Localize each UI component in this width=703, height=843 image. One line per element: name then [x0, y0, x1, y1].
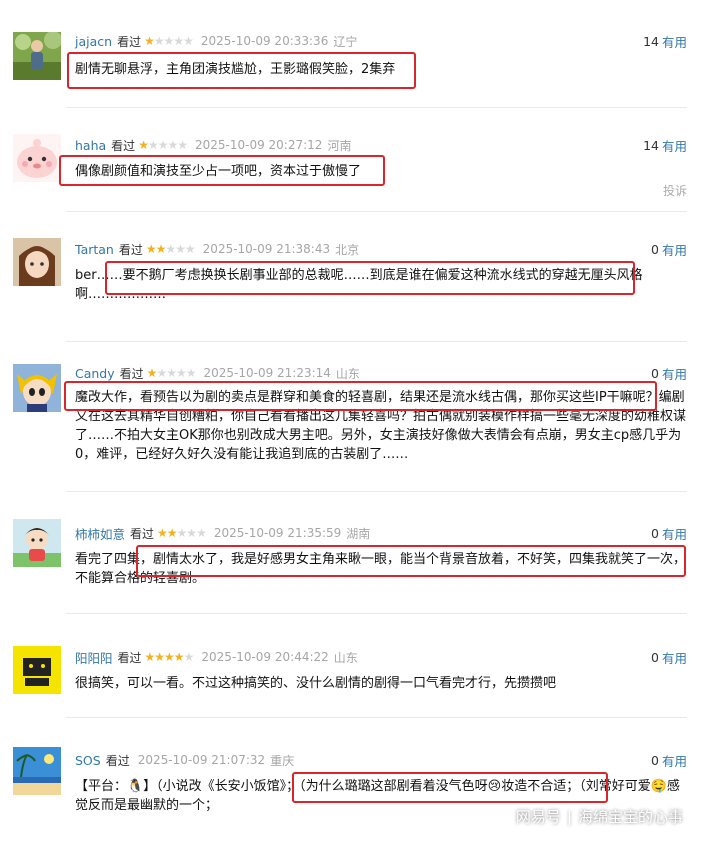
useful-vote[interactable]: 14 有用 — [643, 136, 687, 154]
useful-count: 0 — [651, 241, 659, 257]
avatar[interactable] — [13, 519, 61, 567]
star-rating: ★★★★★ — [145, 242, 196, 256]
watermark-author: 海绵宝宝的心事 — [577, 808, 683, 826]
avatar[interactable] — [13, 747, 61, 795]
useful-vote[interactable]: 14 有用 — [643, 32, 687, 50]
watched-label: 看过 — [117, 34, 142, 49]
star-rating: ★★★★★ — [157, 526, 207, 540]
review-item: jajacn 看过 ★★★★★ 2025-10-09 20:33:36 辽宁 1… — [0, 0, 703, 108]
useful-link[interactable]: 有用 — [662, 240, 687, 259]
useful-vote[interactable]: 0 有用 — [651, 648, 687, 666]
review-item: 阳阳阳 看过 ★★★★★ 2025-10-09 20:44:22 山东 0 有用… — [0, 614, 703, 718]
review-text: ber……要不鹅厂考虑换换长剧事业部的总裁呢……到底是谁在偏爱这种流水线式的穿越… — [75, 268, 643, 302]
useful-count: 0 — [651, 752, 659, 768]
avatar[interactable] — [13, 364, 61, 412]
star-rating: ★★★★★ — [144, 650, 195, 664]
avatar[interactable] — [13, 646, 61, 694]
username-link[interactable]: Tartan — [75, 242, 114, 257]
watched-label: 看过 — [118, 242, 143, 257]
useful-link[interactable]: 有用 — [662, 648, 687, 667]
watched-label: 看过 — [111, 138, 136, 153]
username-link[interactable]: jajacn — [75, 34, 112, 49]
review-meta: Tartan 看过 ★★★★★ 2025-10-09 21:38:43 北京 — [75, 240, 359, 258]
username-link[interactable]: SOS — [75, 753, 101, 768]
review-location: 北京 — [335, 242, 360, 257]
review-time: 2025-10-09 20:33:36 — [200, 34, 329, 48]
star-rating: ★★★★★ — [146, 366, 197, 380]
useful-vote[interactable]: 0 有用 — [651, 524, 687, 542]
username-link[interactable]: haha — [75, 138, 106, 153]
review-item: Tartan 看过 ★★★★★ 2025-10-09 21:38:43 北京 0… — [0, 212, 703, 342]
review-meta: jajacn 看过 ★★★★★ 2025-10-09 20:33:36 辽宁 — [75, 32, 357, 50]
useful-count: 0 — [651, 525, 659, 541]
username-link[interactable]: Candy — [75, 366, 115, 381]
review-item: Candy 看过 ★★★★★ 2025-10-09 21:23:14 山东 0 … — [0, 342, 703, 492]
useful-link[interactable]: 有用 — [662, 136, 687, 155]
avatar[interactable] — [13, 238, 61, 286]
review-meta: Candy 看过 ★★★★★ 2025-10-09 21:23:14 山东 — [75, 364, 360, 382]
review-location: 辽宁 — [333, 34, 358, 49]
watermark-brand: 网易号 — [515, 808, 561, 826]
review-time: 2025-10-09 21:07:32 — [137, 753, 266, 767]
watermark: 网易号 | 海绵宝宝的心事 — [516, 806, 683, 827]
review-time: 2025-10-09 21:38:43 — [202, 242, 331, 256]
useful-count: 0 — [651, 649, 659, 665]
review-location: 重庆 — [270, 753, 295, 768]
avatar[interactable] — [13, 134, 61, 182]
review-meta: haha 看过 ★★★★★ 2025-10-09 20:27:12 河南 — [75, 136, 351, 154]
useful-count: 14 — [643, 33, 659, 49]
report-link[interactable]: 投诉 — [663, 182, 687, 199]
watched-label: 看过 — [119, 366, 144, 381]
useful-count: 0 — [651, 365, 659, 381]
useful-vote[interactable]: 0 有用 — [651, 751, 687, 769]
useful-link[interactable]: 有用 — [662, 32, 687, 51]
watched-label: 看过 — [105, 753, 130, 768]
review-meta: SOS 看过 2025-10-09 21:07:32 重庆 — [75, 751, 294, 769]
avatar[interactable] — [13, 32, 61, 80]
useful-vote[interactable]: 0 有用 — [651, 364, 687, 382]
watched-label: 看过 — [117, 650, 142, 665]
review-text: 看完了四集，剧情太水了，我是好感男女主角来瞅一眼，能当个背景音放着，不好笑，四集… — [75, 552, 687, 586]
review-time: 2025-10-09 21:35:59 — [213, 526, 342, 540]
star-rating: ★★★★★ — [138, 138, 188, 152]
useful-vote[interactable]: 0 有用 — [651, 240, 687, 258]
review-item: haha 看过 ★★★★★ 2025-10-09 20:27:12 河南 14 … — [0, 108, 703, 212]
review-time: 2025-10-09 20:44:22 — [201, 650, 329, 664]
username-link[interactable]: 柿柿如意 — [75, 524, 125, 543]
useful-link[interactable]: 有用 — [662, 524, 687, 543]
review-text: 偶像剧颜值和演技至少占一项吧，资本过于傲慢了 — [75, 164, 362, 179]
star-rating: ★★★★★ — [144, 34, 194, 48]
review-item: 柿柿如意 看过 ★★★★★ 2025-10-09 21:35:59 湖南 0 有… — [0, 492, 703, 614]
review-location: 山东 — [333, 650, 358, 665]
watched-label: 看过 — [130, 526, 155, 541]
review-time: 2025-10-09 21:23:14 — [203, 366, 331, 380]
review-text: 剧情无聊悬浮，主角团演技尴尬，王影璐假笑脸，2集弃 — [75, 62, 396, 77]
useful-link[interactable]: 有用 — [662, 364, 687, 383]
review-time: 2025-10-09 20:27:12 — [194, 138, 323, 152]
review-text: 魔改大作，看预告以为剧的卖点是群穿和美食的轻喜剧，结果还是流水线古偶，那你买这些… — [75, 390, 687, 462]
review-text: 很搞笑，可以一看。不过这种搞笑的、没什么剧情的剧得一口气看完才行，先攒攒吧 — [75, 676, 557, 691]
review-meta: 阳阳阳 看过 ★★★★★ 2025-10-09 20:44:22 山东 — [75, 648, 358, 666]
review-location: 湖南 — [346, 526, 371, 541]
useful-link[interactable]: 有用 — [662, 751, 687, 770]
review-location: 河南 — [327, 138, 352, 153]
review-meta: 柿柿如意 看过 ★★★★★ 2025-10-09 21:35:59 湖南 — [75, 524, 370, 542]
username-link[interactable]: 阳阳阳 — [75, 648, 113, 667]
review-location: 山东 — [335, 366, 360, 381]
useful-count: 14 — [643, 137, 659, 153]
watermark-separator: | — [566, 808, 572, 826]
